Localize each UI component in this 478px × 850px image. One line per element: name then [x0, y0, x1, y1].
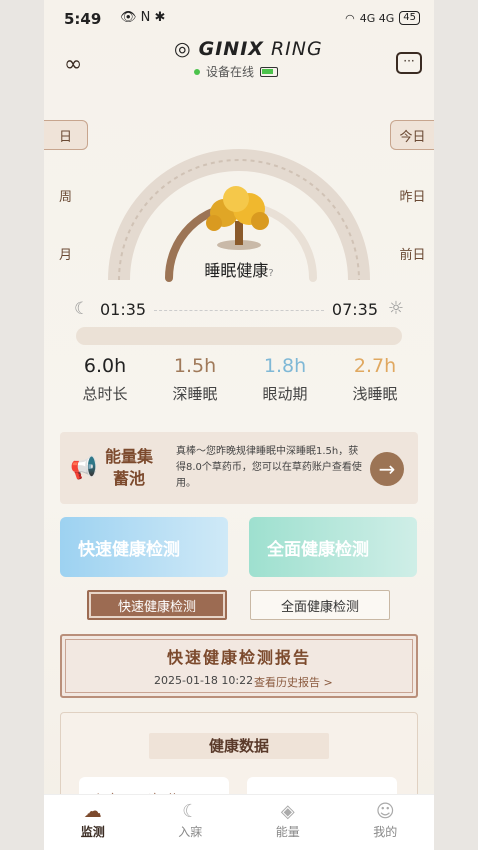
status-time: 5:49	[64, 10, 102, 28]
battery-icon: 45	[399, 11, 420, 25]
bottom-nav: ☁ 监测 ☾ 入寐 ◈ 能量 ☺ 我的	[44, 794, 434, 850]
nav-sleep[interactable]: ☾ 入寐	[142, 795, 240, 850]
sleep-end-time: 07:35	[331, 300, 378, 319]
app-screen: 5:49 👁 N ✱ ◠ 4G 4G 45 ◎ GINIX RING 设备在线 …	[44, 0, 434, 850]
help-icon[interactable]: ?	[268, 268, 273, 279]
report-title: 快速健康检测报告	[166, 648, 311, 667]
brand-logo: ◎ GINIX RING	[174, 38, 323, 60]
gauge-label: 睡眠健康?	[204, 261, 274, 280]
header: ◎ GINIX RING 设备在线	[44, 36, 434, 86]
health-title: 健康数据	[149, 733, 329, 759]
energy-text: 真棒～您昨晚规律睡眠中深睡眠1.5h，获得8.0个草药币，您可以在草药账户查看使…	[176, 446, 362, 489]
timeline-dash	[154, 310, 324, 311]
status-bar: 5:49 👁 N ✱ ◠ 4G 4G 45	[44, 0, 434, 36]
report-date: 2025-01-18 10:22	[154, 674, 254, 687]
energy-icon: ◈	[280, 801, 295, 822]
energy-pool-card[interactable]: 📢 能量集蓄池 真棒～您昨晚规律睡眠中深睡眠1.5h，获得8.0个草药币，您可以…	[60, 432, 418, 504]
monitor-icon: ☁	[83, 801, 102, 822]
device-online-status: 设备在线	[194, 63, 279, 80]
stat-total: 6.0h 总时长	[82, 355, 128, 403]
device-battery-icon	[260, 66, 279, 77]
tab-week[interactable]: 周	[44, 180, 88, 210]
quick-check-card[interactable]: 快速健康检测	[60, 517, 228, 577]
status-right-icons: ◠ 4G 4G 45	[345, 11, 420, 25]
sleep-stats: 6.0h 总时长 1.5h 深睡眠 1.8h 眼动期 2.7h 浅睡眠	[60, 355, 420, 404]
sleep-timeline: ☾ 01:35 07:35 ☼	[74, 298, 404, 322]
link-icon[interactable]: ∞	[64, 52, 82, 77]
signal-icon: 4G 4G	[359, 11, 395, 25]
sleep-start-time: 01:35	[100, 300, 147, 319]
energy-arrow-button[interactable]: →	[370, 452, 404, 486]
report-card[interactable]: 快速健康检测报告 2025-01-18 10:22 查看历史报告 >	[60, 634, 418, 698]
golden-tree-icon	[206, 186, 269, 250]
stat-light: 2.7h 浅睡眠	[352, 355, 398, 403]
stat-deep: 1.5h 深睡眠	[172, 355, 218, 403]
moon-icon: ☾	[74, 299, 90, 319]
nav-profile[interactable]: ☺ 我的	[337, 795, 435, 850]
nav-energy[interactable]: ◈ 能量	[239, 795, 337, 850]
message-icon[interactable]: ···	[396, 52, 422, 74]
sun-icon: ☼	[387, 298, 404, 319]
stat-rem: 1.8h 眼动期	[262, 355, 308, 403]
nav-monitor[interactable]: ☁ 监测	[44, 795, 142, 850]
profile-icon: ☺	[375, 801, 395, 822]
online-dot-icon	[194, 68, 200, 75]
sleep-icon: ☾	[182, 801, 199, 822]
full-check-card[interactable]: 全面健康检测	[249, 517, 417, 577]
energy-title: 能量集蓄池	[104, 447, 153, 488]
status-left-icons: 👁 N ✱	[120, 10, 166, 25]
tab-full-check[interactable]: 全面健康检测	[250, 590, 390, 620]
tab-quick-check[interactable]: 快速健康检测	[87, 590, 227, 620]
wifi-icon: ◠	[345, 11, 355, 25]
sleep-stage-bar	[76, 327, 402, 345]
tab-today[interactable]: 今日	[390, 120, 434, 150]
megaphone-icon: 📢	[70, 456, 98, 481]
history-report-link[interactable]: 查看历史报告 >	[254, 674, 333, 690]
tab-yesterday[interactable]: 昨日	[390, 180, 434, 210]
tab-day[interactable]: 日	[44, 120, 88, 150]
logo-mark-icon: ◎	[174, 38, 192, 60]
